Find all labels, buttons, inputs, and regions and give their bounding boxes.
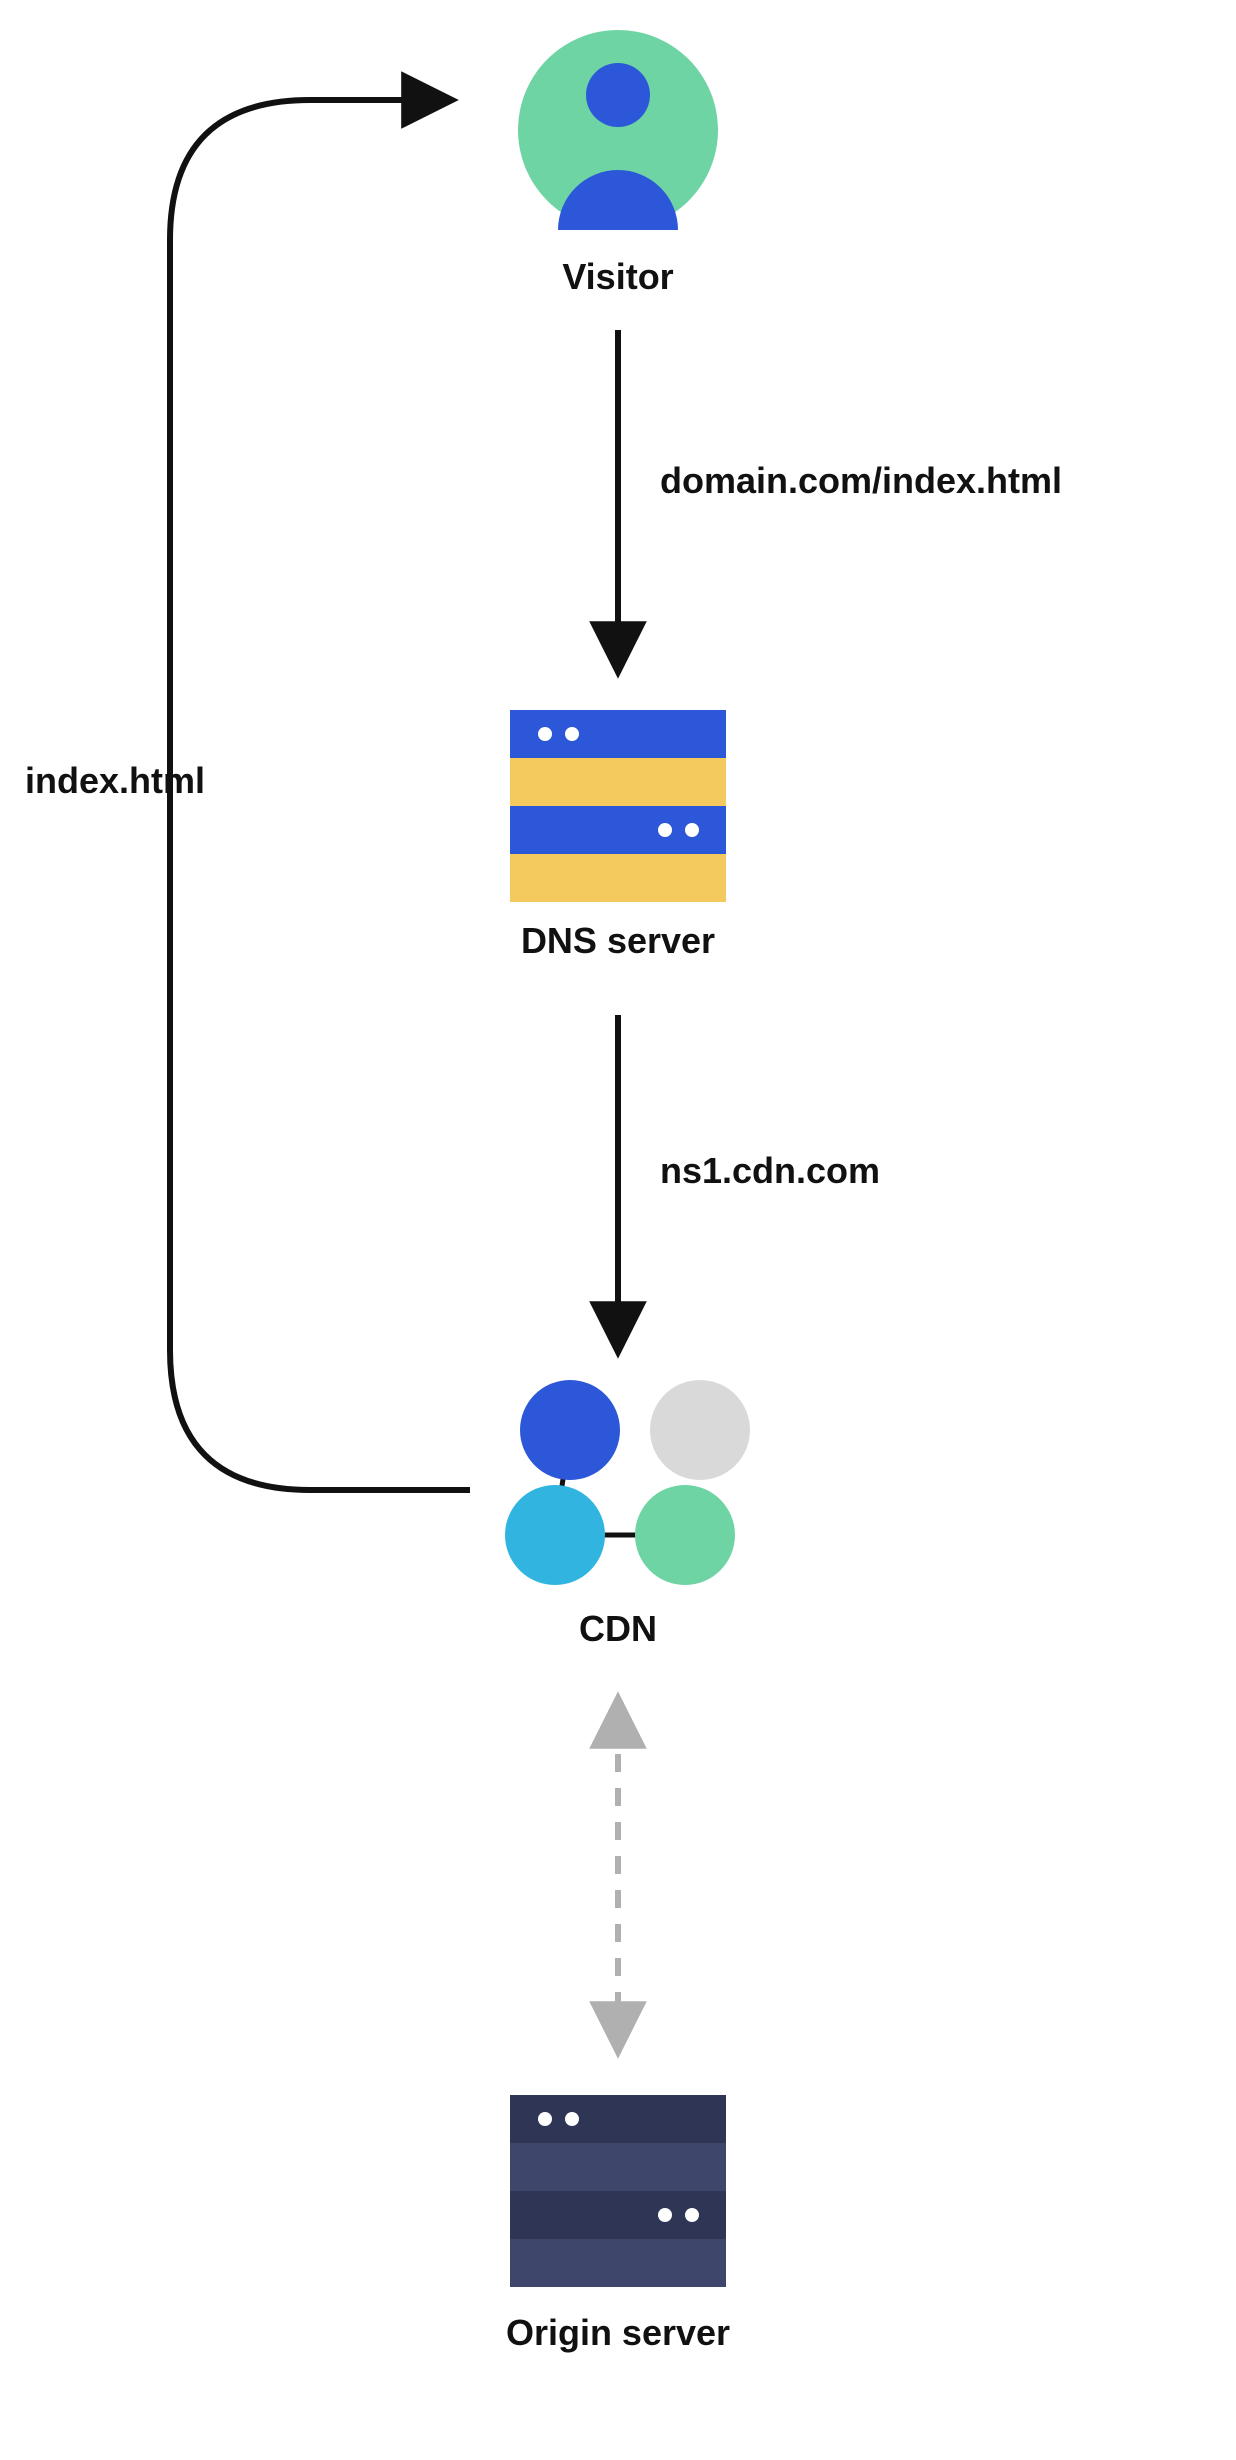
origin-server-icon (510, 2095, 726, 2287)
edge-label-visitor-dns: domain.com/index.html (660, 460, 1062, 502)
cdn-label: CDN (0, 1608, 1236, 1650)
diagram-canvas (0, 0, 1236, 2460)
edge-label-dns-cdn: ns1.cdn.com (660, 1150, 880, 1192)
origin-label: Origin server (0, 2312, 1236, 2354)
visitor-icon (518, 30, 718, 230)
dns-server-icon (510, 710, 726, 902)
dns-label: DNS server (0, 920, 1236, 962)
visitor-label: Visitor (0, 256, 1236, 298)
cdn-icon (505, 1380, 750, 1585)
arrow-cdn-to-visitor (170, 100, 470, 1490)
diagram-stage: Visitor DNS server CDN Origin server dom… (0, 0, 1236, 2460)
edge-label-cdn-visitor: index.html (25, 760, 205, 802)
